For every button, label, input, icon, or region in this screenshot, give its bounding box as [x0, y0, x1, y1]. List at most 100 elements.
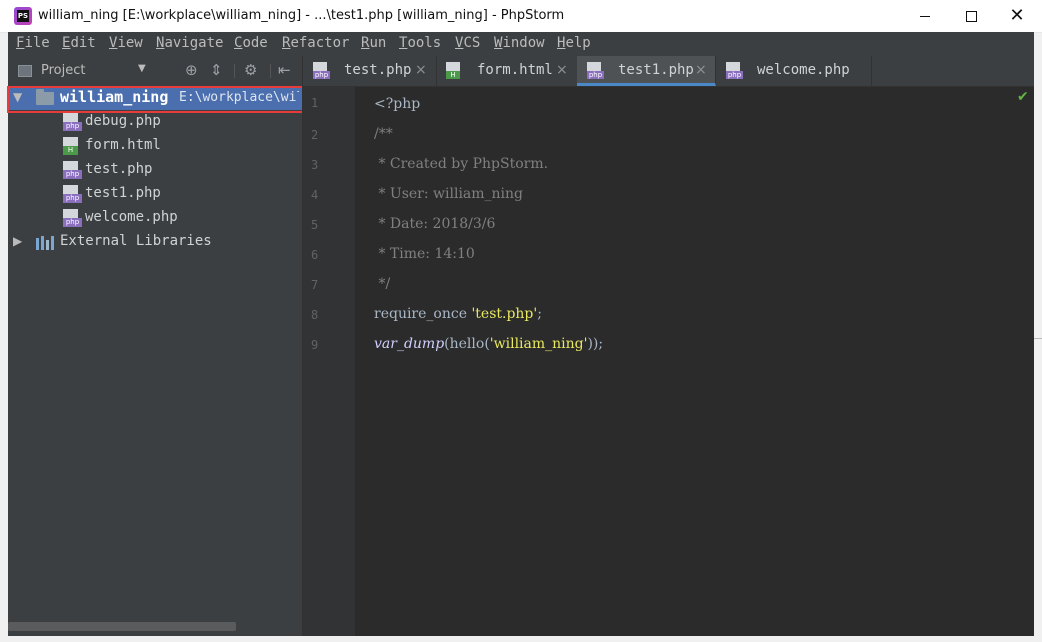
line-number: 3	[311, 158, 319, 172]
hide-panel-icon[interactable]: ⇤	[278, 61, 291, 79]
phpstorm-app-icon: PS	[14, 7, 32, 25]
minimize-icon	[920, 15, 930, 17]
code-line-5[interactable]: * Date: 2018/3/6	[374, 216, 495, 232]
file-name: test1.php	[85, 185, 161, 201]
string-literal: 'test.php'	[471, 306, 538, 322]
expand-arrow-icon[interactable]: ▶	[13, 234, 22, 248]
tree-file-test1-php[interactable]: php test1.php	[8, 182, 302, 206]
line-number: 6	[311, 248, 319, 262]
tab-close-icon[interactable]: ×	[556, 62, 568, 78]
php-file-icon: php	[313, 62, 330, 79]
toolbar-divider	[234, 64, 235, 78]
tree-external-libraries[interactable]: ▶ External Libraries	[8, 230, 302, 254]
toolbar-divider	[270, 64, 271, 78]
menu-view[interactable]: View	[109, 35, 143, 51]
code-line-9[interactable]: var_dump(hello('william_ning'));	[374, 336, 603, 352]
tab-test1-php[interactable]: php test1.php ×	[577, 56, 716, 86]
tab-close-icon[interactable]: ×	[415, 62, 427, 78]
php-file-icon: php	[587, 62, 604, 79]
line-number: 4	[311, 188, 319, 202]
function-var-dump: var_dump	[374, 336, 445, 352]
menu-vcs[interactable]: VCS	[455, 35, 480, 51]
line-number: 9	[311, 338, 319, 352]
menu-refactor[interactable]: Refactor	[282, 35, 349, 51]
line-number: 5	[311, 218, 319, 232]
php-file-icon: php	[63, 161, 82, 179]
code-line-8[interactable]: require_once 'test.php';	[374, 306, 542, 322]
line-number: 1	[311, 96, 319, 110]
html-file-icon: H	[446, 62, 460, 79]
string-literal: 'william_ning'	[489, 336, 588, 352]
tree-file-form-html[interactable]: H form.html	[8, 134, 302, 158]
maximize-button[interactable]	[948, 0, 994, 32]
title-bar: PS william_ning [E:\workplace\william_ni…	[0, 0, 1042, 33]
tab-label: form.html	[477, 62, 553, 78]
php-file-icon: php	[726, 62, 743, 79]
editor-tab-bar: php test.php × H form.html × php test1.p…	[303, 56, 1035, 87]
menu-bar: File Edit View Navigate Code Refactor Ru…	[8, 32, 1034, 56]
line-number: 7	[311, 278, 319, 292]
menu-code[interactable]: Code	[234, 35, 268, 51]
line-number: 2	[311, 128, 319, 142]
menu-file[interactable]: File	[16, 35, 50, 51]
project-tool-window: Project ▼ ⊕ ⇕ ⚙ ⇤ ▼ william_ning E:\work…	[8, 56, 302, 636]
file-name: debug.php	[85, 113, 161, 129]
tree-file-welcome-php[interactable]: php welcome.php	[8, 206, 302, 230]
tab-close-icon[interactable]: ×	[695, 62, 707, 78]
gear-icon[interactable]: ⚙	[244, 61, 257, 79]
maximize-icon	[965, 10, 977, 22]
file-name: form.html	[85, 137, 161, 153]
code-line-3[interactable]: * Created by PhpStorm.	[374, 156, 548, 172]
closing-parens: ));	[587, 336, 604, 352]
code-line-1[interactable]: <?php	[374, 96, 420, 112]
tab-label: test1.php	[618, 62, 694, 78]
line-number-gutter: 1 2 3 4 5 6 7 8 9	[303, 86, 355, 636]
close-window-button[interactable]: ✕	[994, 0, 1040, 32]
tab-label: test.php	[344, 62, 412, 78]
file-name: test.php	[85, 161, 153, 177]
menu-edit[interactable]: Edit	[62, 35, 96, 51]
external-libraries-label: External Libraries	[60, 233, 212, 249]
code-line-2[interactable]: /**	[374, 126, 393, 142]
window-title: william_ning [E:\workplace\william_ning]…	[38, 8, 565, 23]
semicolon: ;	[537, 306, 542, 322]
code-editor: php test.php × H form.html × php test1.p…	[302, 56, 1035, 636]
tab-label: welcome.php	[757, 62, 850, 78]
menu-tools[interactable]: Tools	[399, 35, 441, 51]
inspection-ok-check-icon[interactable]: ✔	[1017, 89, 1029, 105]
minimize-button[interactable]	[902, 0, 948, 32]
file-name: welcome.php	[85, 209, 178, 225]
php-file-icon: php	[63, 209, 82, 227]
menu-window[interactable]: Window	[494, 35, 545, 51]
scroll-marker	[1034, 338, 1042, 339]
php-file-icon: php	[63, 185, 82, 203]
close-icon: ✕	[1009, 5, 1025, 26]
annotation-highlight-box	[7, 86, 315, 113]
menu-navigate[interactable]: Navigate	[156, 35, 223, 51]
collapse-all-icon[interactable]: ⇕	[210, 61, 223, 79]
library-icon	[36, 236, 54, 250]
locate-target-icon[interactable]: ⊕	[185, 61, 198, 79]
line-number: 8	[311, 308, 319, 322]
code-line-7[interactable]: */	[374, 276, 390, 292]
project-panel-header: Project ▼ ⊕ ⇕ ⚙ ⇤	[8, 56, 302, 87]
tree-file-debug-php[interactable]: php debug.php	[8, 110, 302, 134]
php-file-icon: php	[63, 113, 82, 131]
tree-file-test-php[interactable]: php test.php	[8, 158, 302, 182]
tab-test-php[interactable]: php test.php ×	[303, 56, 437, 86]
html-file-icon: H	[63, 137, 78, 155]
tab-form-html[interactable]: H form.html ×	[436, 56, 578, 86]
menu-help[interactable]: Help	[557, 35, 591, 51]
project-view-icon	[18, 65, 32, 77]
menu-run[interactable]: Run	[361, 35, 386, 51]
chevron-down-icon[interactable]: ▼	[138, 63, 146, 74]
horizontal-scrollbar[interactable]	[8, 622, 236, 631]
call-hello: (hello(	[444, 336, 490, 352]
right-edge	[1034, 56, 1042, 636]
code-line-6[interactable]: * Time: 14:10	[374, 246, 474, 262]
tab-welcome-php[interactable]: php welcome.php	[716, 56, 872, 86]
app-icon-label: PS	[17, 10, 29, 22]
keyword-require-once: require_once	[374, 306, 472, 322]
code-line-4[interactable]: * User: william_ning	[374, 186, 523, 202]
project-view-label[interactable]: Project	[41, 63, 85, 78]
